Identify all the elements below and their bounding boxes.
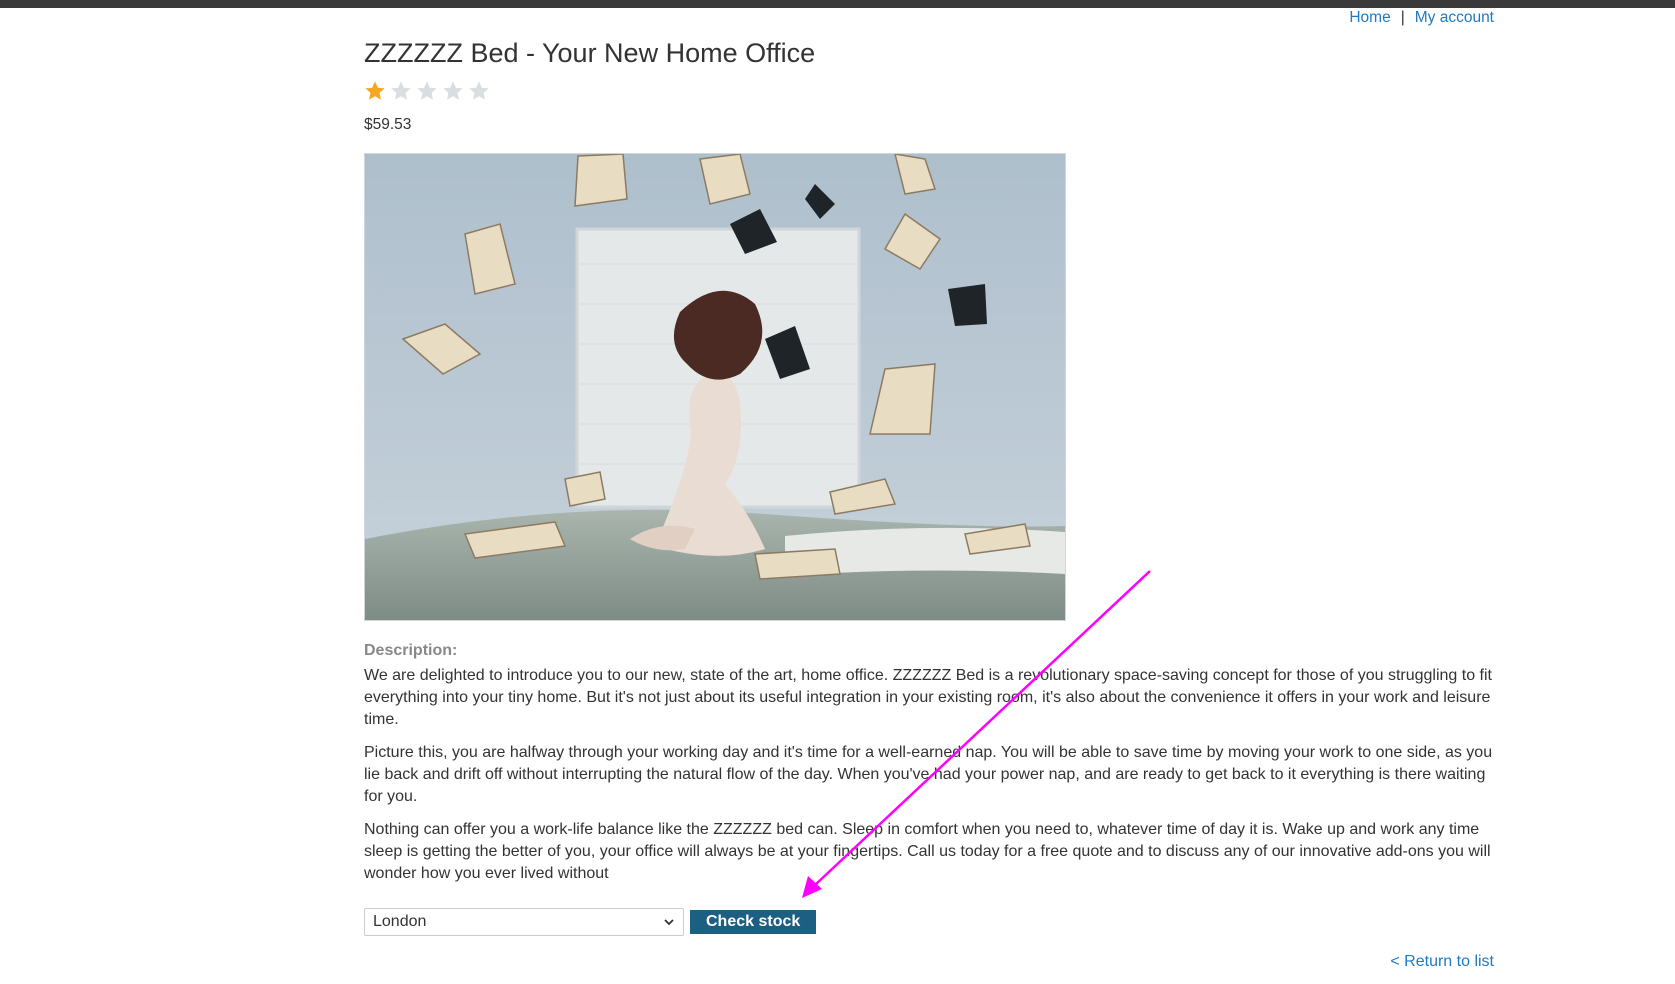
return-to-list-link[interactable]: < Return to list (1390, 953, 1494, 971)
product-price: $59.53 (364, 116, 412, 133)
check-stock-button[interactable]: Check stock (690, 910, 817, 934)
star-icon-2 (391, 81, 411, 100)
description-label: Description: (364, 642, 458, 659)
description-paragraph: Picture this, you are halfway through yo… (364, 744, 1493, 805)
star-rating (364, 80, 490, 102)
product-photo-illustration (365, 154, 1065, 620)
star-icon-5 (469, 81, 489, 100)
product-description: We are delighted to introduce you to our… (364, 665, 1504, 896)
star-icon-4 (443, 81, 463, 100)
star-icon-1 (365, 81, 385, 100)
star-icon-3 (417, 81, 437, 100)
stock-check-form: London Check stock (364, 908, 817, 936)
top-bar (0, 0, 1675, 8)
nav-separator: | (1400, 9, 1405, 26)
store-select-value: London (373, 913, 427, 930)
chevron-down-icon (664, 919, 674, 926)
my-account-link[interactable]: My account (1415, 9, 1494, 26)
store-select[interactable]: London (364, 908, 684, 936)
product-title: ZZZZZZ Bed - Your New Home Office (364, 38, 816, 68)
top-nav: Home | My account (1349, 9, 1494, 27)
description-paragraph: Nothing can offer you a work-life balanc… (364, 821, 1491, 882)
product-image (364, 153, 1066, 621)
description-paragraph: We are delighted to introduce you to our… (364, 667, 1492, 728)
home-link[interactable]: Home (1349, 9, 1390, 26)
